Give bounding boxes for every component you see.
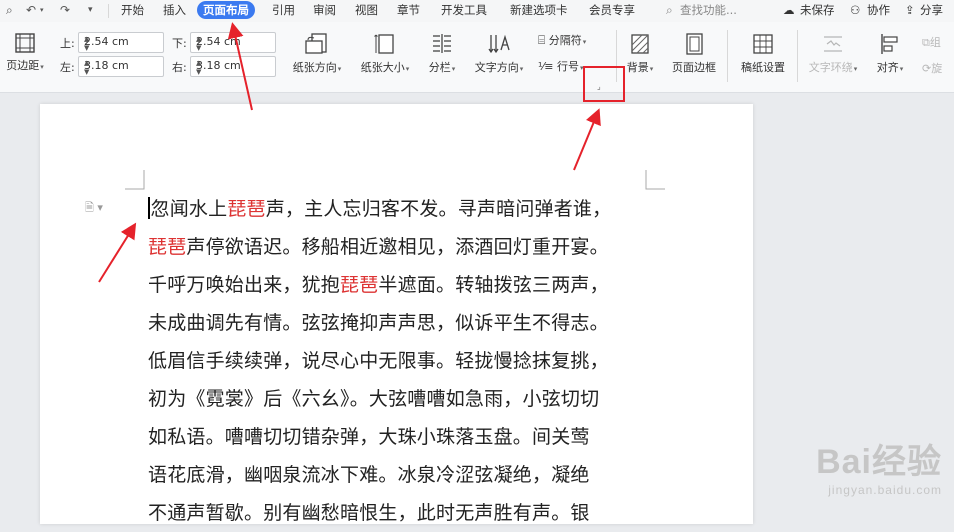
annotation-arrows [98,22,601,283]
watermark-url: jingyan.baidu.com [828,483,942,497]
watermark: Bai经验 jingyan.baidu.com [816,434,942,497]
arrow-to-cursor [98,222,137,283]
arrow-to-launcher [573,108,601,171]
arrow-to-page-layout-tab [227,22,253,111]
watermark-logo-text: Bai经验 [816,443,942,481]
